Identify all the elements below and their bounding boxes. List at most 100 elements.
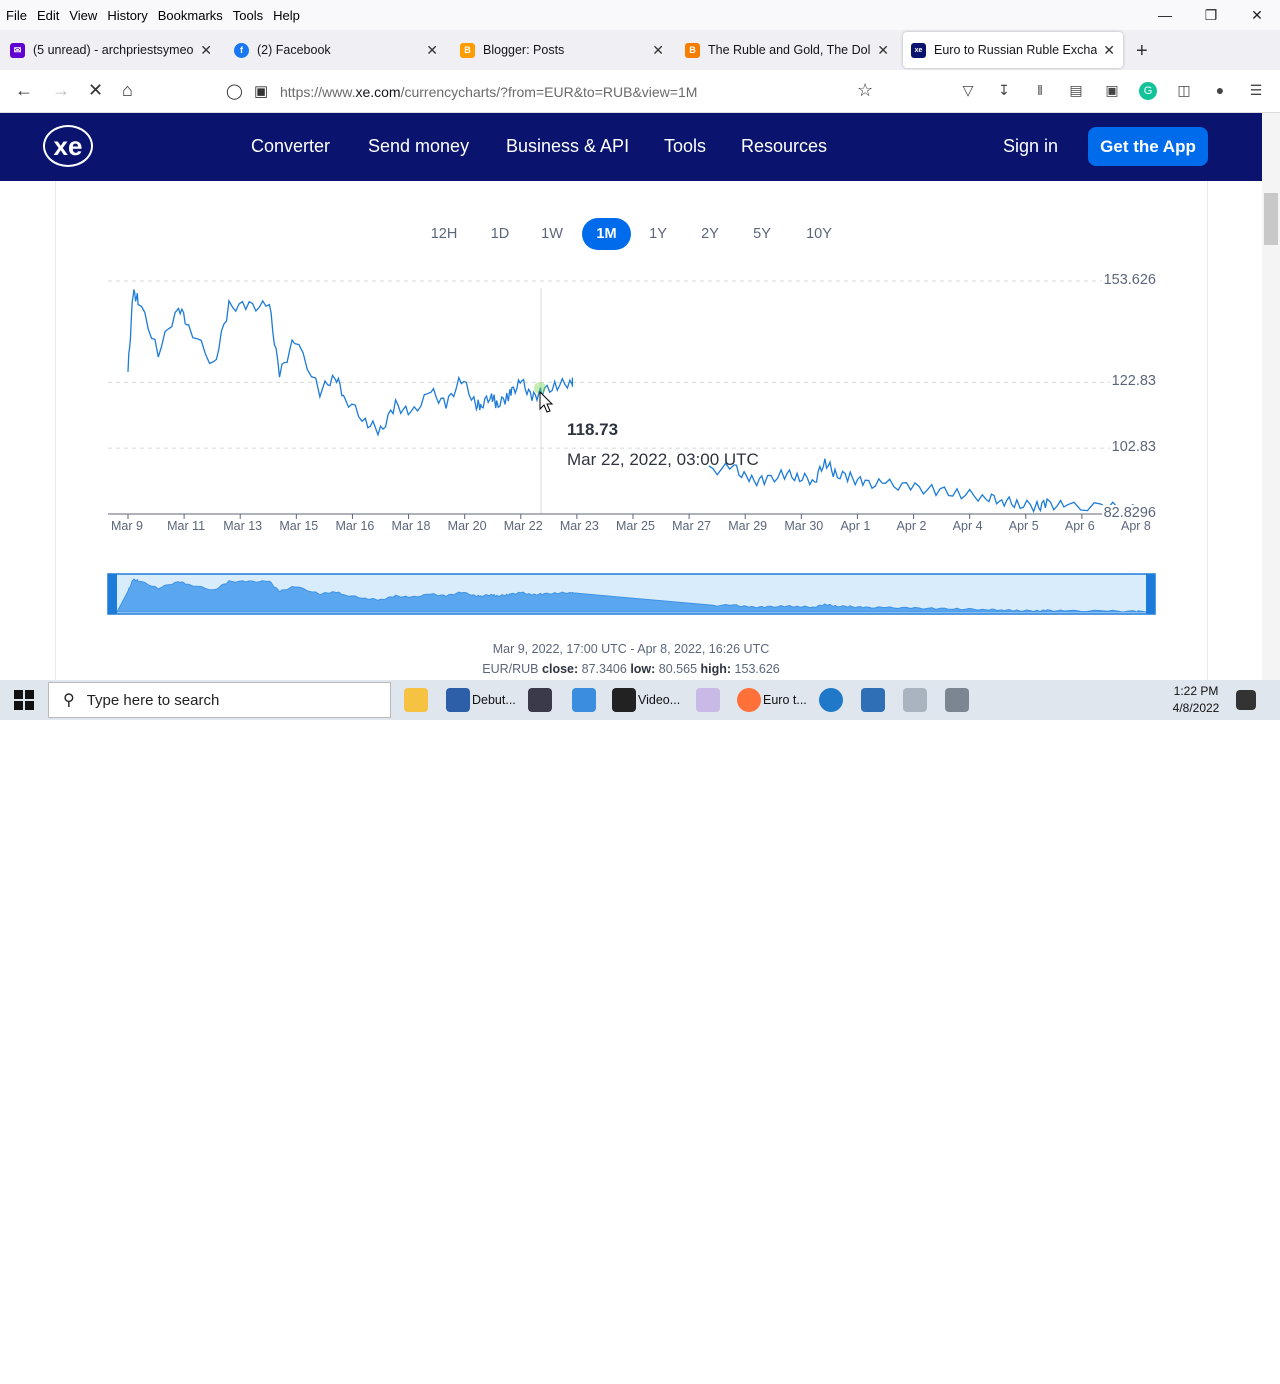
tab-mail[interactable]: ✉ (5 unread) - archpriestsymeon@ ✕ <box>2 32 220 68</box>
video-label[interactable]: Video... <box>638 693 680 707</box>
url-domain: xe.com <box>355 84 401 100</box>
menu-tools[interactable]: Tools <box>229 8 267 23</box>
debut-label[interactable]: Debut... <box>472 693 516 707</box>
back-icon[interactable]: ← <box>15 80 33 101</box>
x-tick-label: Apr 4 <box>952 519 983 533</box>
range-5y[interactable]: 5Y <box>744 218 780 250</box>
nav-business-api[interactable]: Business & API <box>506 136 629 157</box>
x-tick-label: Apr 2 <box>896 519 927 533</box>
close-tab-icon[interactable]: ✕ <box>1103 42 1115 59</box>
tab-ruble-gold[interactable]: B The Ruble and Gold, The Dollar ✕ <box>677 32 897 68</box>
app-icon[interactable] <box>903 688 927 712</box>
range-1y[interactable]: 1Y <box>640 218 676 250</box>
x-tick-label: Mar 16 <box>335 519 375 533</box>
extension-icon[interactable]: ▣ <box>1103 82 1121 100</box>
nav-converter[interactable]: Converter <box>251 136 330 157</box>
download-icon[interactable]: ↧ <box>995 82 1013 100</box>
scrollbar-thumb[interactable] <box>1264 193 1278 245</box>
file-explorer-icon[interactable] <box>404 688 428 712</box>
nav-tools[interactable]: Tools <box>664 136 706 157</box>
range-1w[interactable]: 1W <box>532 218 572 250</box>
video-icon[interactable] <box>612 688 636 712</box>
firefox-icon[interactable] <box>737 688 761 712</box>
range-1d[interactable]: 1D <box>480 218 520 250</box>
camera-icon[interactable] <box>945 688 969 712</box>
nav-resources[interactable]: Resources <box>741 136 827 157</box>
url-bar[interactable]: https://www.xe.com/currencycharts/?from=… <box>280 84 697 100</box>
navigator-handle-right[interactable] <box>1146 574 1155 614</box>
nav-send-money[interactable]: Send money <box>368 136 469 157</box>
tab-title: Blogger: Posts <box>483 43 565 57</box>
low-label: low: <box>630 662 656 676</box>
x-tick-label: Mar 13 <box>223 519 263 533</box>
y-tick-label: 153.626 <box>1101 272 1156 288</box>
range-12h[interactable]: 12H <box>422 218 466 250</box>
app-icon[interactable] <box>572 688 596 712</box>
firefox-label[interactable]: Euro t... <box>763 693 807 707</box>
extensions-icon[interactable]: ● <box>1211 82 1229 100</box>
close-tab-icon[interactable]: ✕ <box>652 42 664 59</box>
range-2y[interactable]: 2Y <box>692 218 728 250</box>
tab-facebook[interactable]: f (2) Facebook ✕ <box>226 32 446 68</box>
navigator-handle-left[interactable] <box>108 574 117 614</box>
app-icon[interactable] <box>819 688 843 712</box>
lock-icon[interactable]: ▣ <box>254 82 268 100</box>
menu-file[interactable]: File <box>2 8 31 23</box>
forward-icon[interactable]: → <box>52 80 70 101</box>
x-tick-label: Apr 5 <box>1008 519 1039 533</box>
minimize-icon[interactable]: — <box>1142 0 1188 30</box>
sign-in-link[interactable]: Sign in <box>1003 136 1058 157</box>
menu-view[interactable]: View <box>65 8 101 23</box>
tab-xe[interactable]: xe Euro to Russian Ruble Exchange ✕ <box>903 32 1123 68</box>
xe-icon: xe <box>911 42 926 58</box>
chart-stats: EUR/RUB close: 87.3406 low: 80.565 high:… <box>0 662 1262 676</box>
stop-icon[interactable]: ✕ <box>88 80 103 101</box>
paint-icon[interactable] <box>696 688 720 712</box>
audio-editor-icon[interactable] <box>528 688 552 712</box>
library-icon[interactable]: ‖ <box>1031 82 1049 100</box>
x-tick-label: Mar 27 <box>672 519 712 533</box>
x-tick-label: Mar 11 <box>167 519 206 533</box>
x-tick-label: Apr 8 <box>1121 519 1151 533</box>
shield-icon[interactable]: ◯ <box>226 82 243 100</box>
blogger-icon: B <box>685 42 700 58</box>
notification-icon[interactable] <box>1236 690 1256 710</box>
get-app-button[interactable]: Get the App <box>1088 127 1208 166</box>
grammarly-icon[interactable]: G <box>1139 82 1157 100</box>
x-tick-label: Mar 23 <box>559 519 599 533</box>
tab-title: The Ruble and Gold, The Dollar <box>708 43 872 57</box>
xe-logo[interactable]: xe <box>43 125 93 167</box>
sidebar-icon[interactable]: ▤ <box>1067 82 1085 100</box>
trash-icon[interactable]: ◫ <box>1175 82 1193 100</box>
close-window-icon[interactable]: ✕ <box>1234 0 1280 30</box>
x-tick-label: Apr 1 <box>840 519 871 533</box>
close-tab-icon[interactable]: ✕ <box>426 42 438 59</box>
search-placeholder: Type here to search <box>86 691 220 709</box>
debut-icon[interactable] <box>446 688 470 712</box>
tab-blogger[interactable]: B Blogger: Posts ✕ <box>452 32 672 68</box>
bookmark-star-icon[interactable]: ☆ <box>857 80 873 101</box>
system-clock[interactable]: 1:22 PM 4/8/2022 <box>1166 683 1226 717</box>
windows-start-icon[interactable] <box>14 690 34 710</box>
x-tick-label: Mar 22 <box>503 519 543 533</box>
tab-title: Euro to Russian Ruble Exchange <box>934 43 1098 57</box>
range-10y[interactable]: 10Y <box>798 218 840 250</box>
x-tick-label: Mar 30 <box>784 519 824 533</box>
close-tab-icon[interactable]: ✕ <box>200 42 212 59</box>
home-icon[interactable]: ⌂ <box>122 80 133 101</box>
new-tab-icon[interactable]: + <box>1136 40 1148 63</box>
navigation-bar: ← → ✕ ⌂ ◯ ▣ https://www.xe.com/currencyc… <box>0 70 1280 113</box>
app-icon[interactable] <box>861 688 885 712</box>
close-value: 87.3406 <box>581 662 627 676</box>
menu-help[interactable]: Help <box>269 8 304 23</box>
close-tab-icon[interactable]: ✕ <box>877 42 889 59</box>
pocket-icon[interactable]: ▽ <box>959 82 977 100</box>
restore-icon[interactable]: ❐ <box>1188 0 1234 30</box>
menu-history[interactable]: History <box>103 8 151 23</box>
clock-time: 1:22 PM <box>1173 684 1219 698</box>
range-1m[interactable]: 1M <box>582 218 631 250</box>
menu-bookmarks[interactable]: Bookmarks <box>154 8 227 23</box>
menu-icon[interactable]: ☰ <box>1247 82 1265 100</box>
taskbar-search[interactable]: ⚲ Type here to search <box>48 682 391 718</box>
menu-edit[interactable]: Edit <box>33 8 63 23</box>
